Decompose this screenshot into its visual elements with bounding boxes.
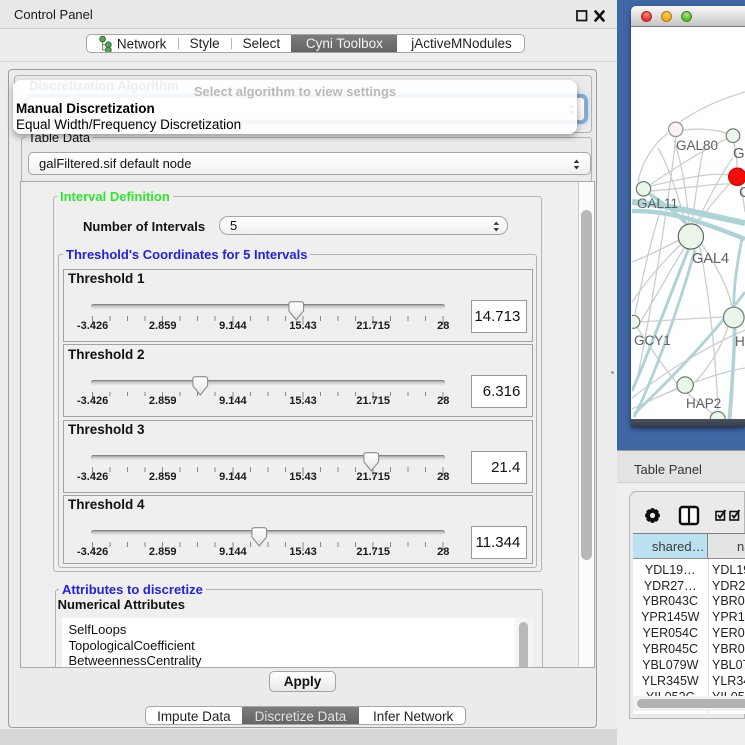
svg-text:C: C xyxy=(739,184,745,201)
svg-text:GAL80: GAL80 xyxy=(676,138,718,153)
svg-text:HAP2: HAP2 xyxy=(686,396,721,411)
svg-text:GCY1: GCY1 xyxy=(634,333,671,348)
svg-text:H: H xyxy=(735,334,745,349)
svg-text:GAL4: GAL4 xyxy=(692,251,729,267)
svg-text:GAL11: GAL11 xyxy=(637,196,678,211)
svg-text:G.: G. xyxy=(733,145,745,162)
